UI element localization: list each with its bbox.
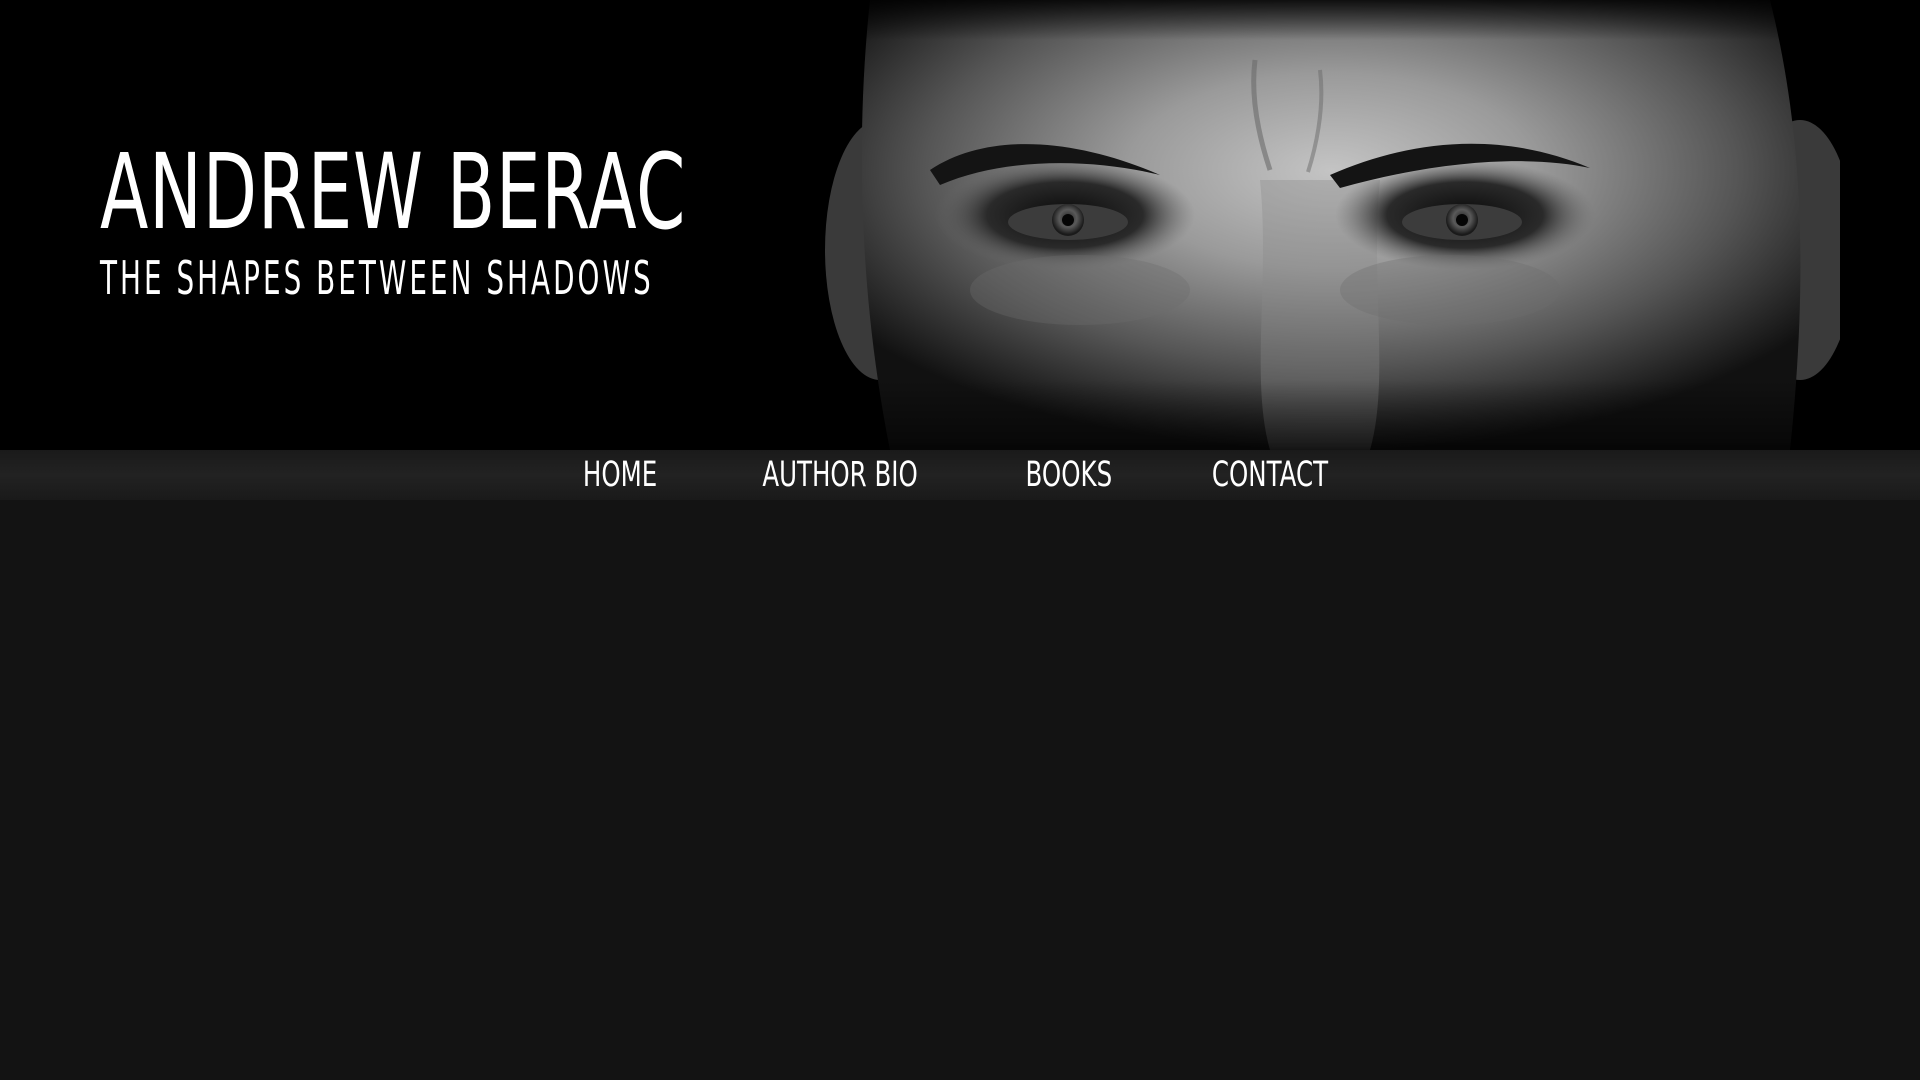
nav-link-books[interactable]: BOOKS bbox=[1026, 450, 1113, 500]
site-header: ANDREW BERAC THE SHAPES BETWEEN SHADOWS bbox=[0, 0, 1920, 450]
nav-item-books: BOOKS bbox=[1007, 450, 1131, 500]
nav-item-author-bio: AUTHOR BIO bbox=[729, 450, 951, 500]
nav-item-home: HOME bbox=[567, 450, 673, 500]
main-navigation: HOME AUTHOR BIO BOOKS CONTACT bbox=[0, 450, 1920, 500]
nav-link-author-bio[interactable]: AUTHOR BIO bbox=[763, 450, 918, 500]
nav-item-contact: CONTACT bbox=[1187, 450, 1353, 500]
nav-link-home[interactable]: HOME bbox=[583, 450, 657, 500]
main-content-area bbox=[0, 500, 1920, 1080]
nav-link-contact[interactable]: CONTACT bbox=[1212, 450, 1328, 500]
site-tagline: THE SHAPES BETWEEN SHADOWS bbox=[100, 251, 654, 305]
site-title: ANDREW BERAC bbox=[100, 131, 687, 253]
page: ANDREW BERAC THE SHAPES BETWEEN SHADOWS … bbox=[0, 0, 1920, 1080]
nav-list: HOME AUTHOR BIO BOOKS CONTACT bbox=[0, 450, 1920, 500]
site-branding: ANDREW BERAC THE SHAPES BETWEEN SHADOWS bbox=[100, 140, 1015, 302]
